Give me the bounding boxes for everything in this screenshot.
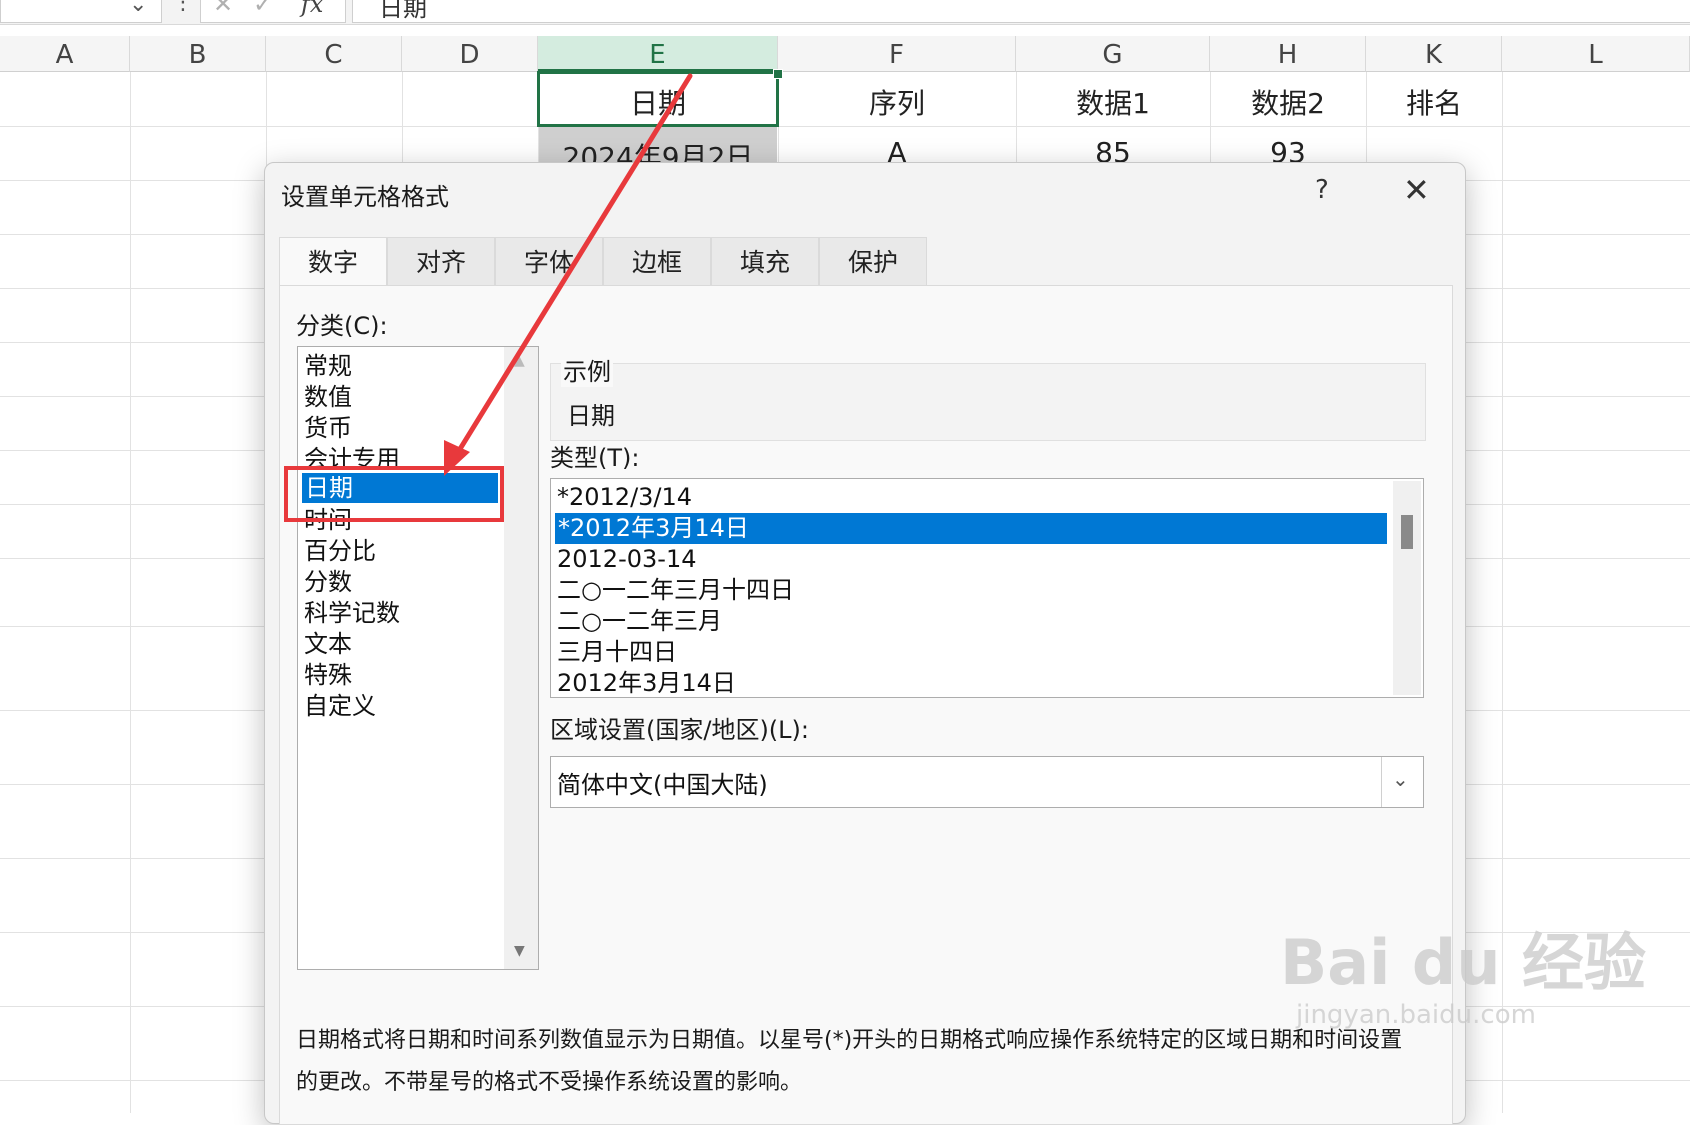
baidu-watermark-url: jingyan.baidu.com (1296, 1000, 1536, 1030)
baidu-watermark-logo: Bai du 经验 (1280, 926, 1647, 999)
